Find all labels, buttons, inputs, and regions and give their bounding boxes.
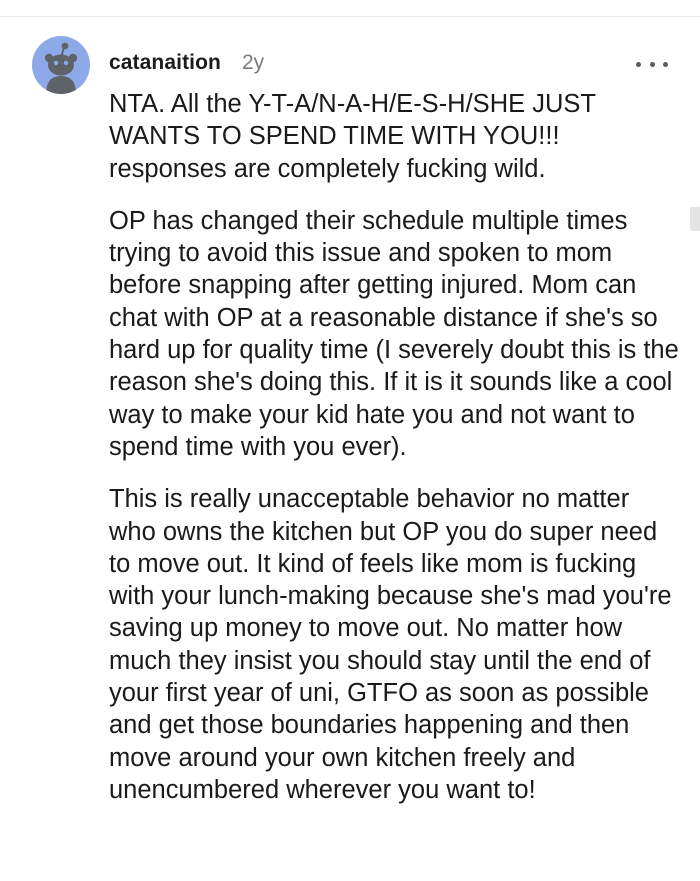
- more-dot: [649, 61, 655, 67]
- avatar[interactable]: [32, 36, 90, 94]
- comment-paragraph: This is really unacceptable behavior no …: [109, 485, 672, 804]
- more-dot: [663, 61, 668, 67]
- comment-age: 2y: [242, 51, 265, 74]
- reddit-snoo-avatar-icon: [44, 42, 78, 94]
- more-dot: [636, 61, 641, 67]
- comment-paragraph: OP has changed their schedule multiple t…: [109, 206, 679, 461]
- top-divider: [0, 16, 700, 17]
- scrollbar-thumb[interactable]: [690, 207, 700, 231]
- more-options-icon[interactable]: [636, 54, 668, 74]
- comment-body: NTA. All the Y-T-A/N-A-H/E-S-H/SHE JUST …: [109, 88, 681, 806]
- comment-paragraph: NTA. All the Y-T-A/N-A-H/E-S-H/SHE JUST …: [109, 90, 596, 183]
- username[interactable]: catanaition: [109, 51, 221, 75]
